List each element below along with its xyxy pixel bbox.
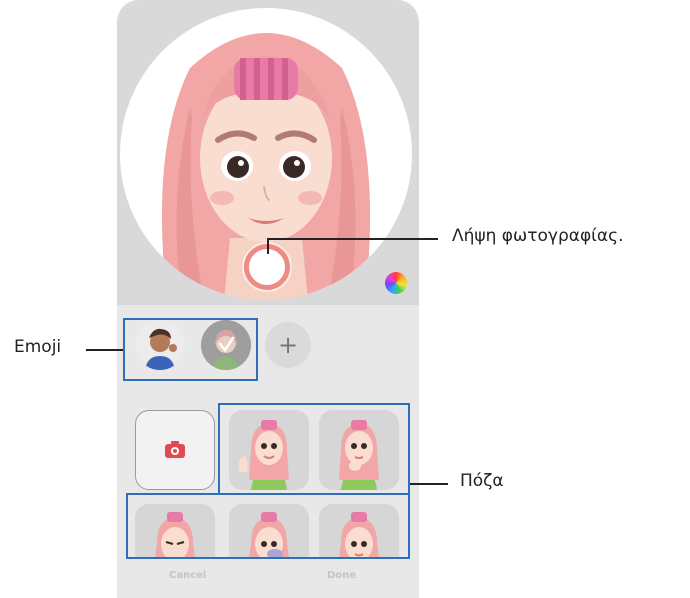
- bottom-action-bar: Cancel Done: [117, 560, 419, 598]
- poses-callout-box-bottom: [126, 493, 410, 559]
- poses-callout-box-top: [218, 403, 410, 495]
- capture-callout-line-vertical: [267, 238, 269, 254]
- capture-callout-line: [268, 238, 438, 240]
- emoji-callout-line: [86, 349, 123, 351]
- camera-icon: [165, 441, 185, 458]
- emoji-label: Emoji: [14, 337, 62, 357]
- done-button[interactable]: Done: [327, 570, 356, 581]
- poses-callout-line: [410, 483, 448, 485]
- emoji-callout-box: [123, 318, 258, 381]
- color-palette-icon[interactable]: [385, 272, 407, 294]
- capture-photo-label: Λήψη φωτογραφίας.: [452, 226, 624, 246]
- camera-preview-area: [117, 0, 419, 305]
- poses-label: Πόζα: [460, 471, 504, 491]
- plus-icon: +: [277, 331, 299, 359]
- cancel-button[interactable]: Cancel: [169, 570, 206, 581]
- camera-pose-tile[interactable]: [135, 410, 215, 490]
- add-emoji-button[interactable]: +: [265, 322, 311, 368]
